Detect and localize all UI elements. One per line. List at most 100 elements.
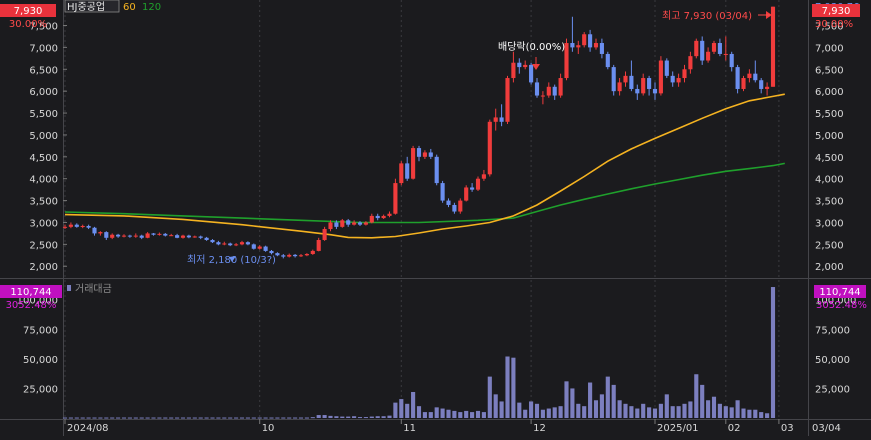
candle-body [765,86,770,89]
volume-bar [558,406,563,418]
candle-body [139,235,144,238]
candle-body [623,75,628,83]
y-tick-label-right: 2,500 [815,240,844,251]
volume-bar [416,406,422,418]
candle-body [588,34,593,48]
y-tick-label-left: 4,500 [29,153,58,164]
candle-body [151,233,156,235]
candle-body [263,246,268,251]
volume-bar [765,413,770,418]
volume-bar [499,401,504,418]
volume-bar [234,417,239,419]
candle-body [375,215,380,219]
y-tick-label-left: 5,500 [29,109,58,120]
candle-body [717,43,722,54]
candle-body [676,78,681,83]
candle-body [269,250,274,254]
volume-bars [62,287,776,419]
volume-bar [706,400,711,418]
volume-bar [346,416,351,418]
volume-bar [275,417,280,419]
volume-bar [198,417,203,419]
ma120-line [64,162,785,224]
candle-body [304,253,309,256]
volume-bar [481,412,486,418]
volume-bar [139,417,144,419]
candle-body [381,215,386,219]
candle-body [62,226,68,228]
candle-body [133,235,138,237]
candle-body [316,239,321,251]
volume-bar [62,417,68,419]
candle-body [216,242,221,245]
chart-canvas[interactable]: 2,000 2,000 2,500 2,500 3,000 3,000 3,500 3,500… [0,0,871,436]
candle-body [487,121,492,175]
candle-body [670,75,675,83]
candle-body [582,34,587,46]
candle-body [605,53,610,68]
right-price-badge-text: 7,930 [822,6,851,17]
volume-bar [700,384,705,418]
x-tick-label: 11 [403,423,416,434]
candle-body [505,78,510,122]
volume-bar [564,381,569,418]
volume-bar [629,406,634,418]
y-tick-label-right: 3,500 [815,197,844,208]
candle-body [753,73,758,81]
candle-body [629,75,634,89]
volume-bar [540,409,545,418]
volume-bar [186,417,191,419]
volume-bar [180,417,186,419]
volume-bar [617,400,622,418]
candle-body [157,233,162,235]
volume-bar [257,417,262,419]
volume-bar [635,408,640,418]
volume-bar [529,401,534,418]
candle-body [759,80,764,89]
candle-body [493,117,498,122]
candle-body [110,234,115,238]
stock-chart[interactable]: 2,000 2,000 2,500 2,500 3,000 3,000 3,500 3,500… [0,0,871,436]
candle-body [180,235,186,238]
volume-bar [688,401,693,418]
volume-bar [475,410,481,418]
volume-bar [387,415,392,418]
y-tick-label-right: 2,000 [815,262,844,273]
volume-bar [717,403,722,418]
y-tick-label-left: 6,000 [29,87,58,98]
volume-bar [116,417,121,419]
volume-bar [694,374,699,418]
candle-body [405,163,410,179]
candle-body [116,234,121,237]
y-tick-label-right: 7,000 [815,43,844,54]
candle-body [682,69,687,79]
candle-body [251,244,256,249]
volume-bar [487,376,492,418]
candle-body [121,235,127,237]
candle-body [534,82,540,96]
volume-bar [747,409,752,418]
candle-body [664,60,669,76]
candle-body [346,220,351,225]
volume-bar [470,412,475,418]
x-axis-right-date: 03/04 [812,423,841,434]
volume-bar [658,403,663,418]
volume-bar [175,417,180,419]
volume-bar [352,416,357,418]
candle-body [546,86,551,96]
volume-bar [434,407,439,418]
candle-body [422,152,427,157]
candle-body [458,200,463,212]
volume-bar [405,403,410,418]
candle-body [310,250,315,254]
chart-frame [0,0,871,436]
candle-body [452,204,457,212]
candle-body [475,178,481,190]
candle-body [499,117,504,122]
ma-short-label: 60 [123,2,136,13]
volume-bar [511,357,516,418]
volume-bar [169,417,174,419]
volume-bar [593,400,599,418]
candle-body [511,62,516,79]
left-change-pct: 30.00% [9,19,47,30]
